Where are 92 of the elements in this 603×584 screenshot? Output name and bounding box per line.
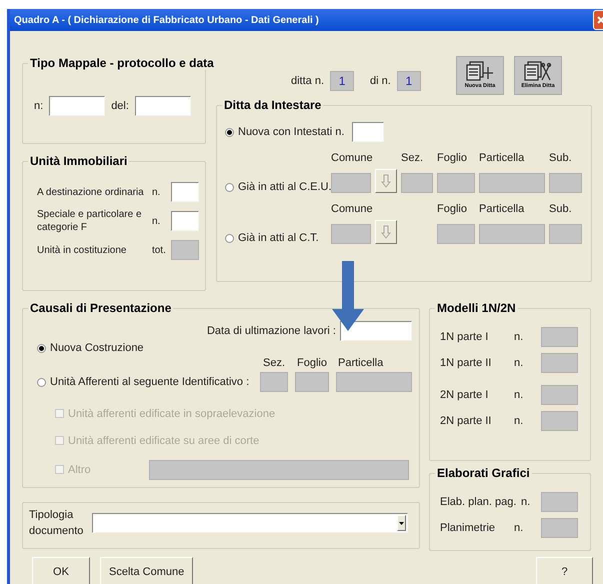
ok-button[interactable]: OK — [32, 557, 90, 584]
number-field[interactable] — [541, 385, 578, 405]
unit-label: n. — [514, 522, 524, 534]
number-field[interactable] — [541, 411, 578, 431]
help-button[interactable]: ? — [536, 557, 593, 584]
close-icon — [597, 16, 603, 24]
down-arrow-icon — [381, 174, 391, 188]
number-field[interactable] — [171, 211, 199, 231]
counter-value: 1 — [330, 71, 354, 91]
radio-button[interactable] — [225, 128, 234, 136]
document-plus-icon — [466, 61, 494, 83]
text-field[interactable] — [331, 224, 371, 244]
text-field[interactable] — [49, 96, 106, 116]
document-type-dropdown[interactable] — [92, 513, 408, 533]
unit-label: n. — [514, 357, 524, 369]
column-label: Particella — [337, 357, 384, 369]
annotation-arrow — [332, 261, 364, 331]
counter-label: di n. — [370, 75, 391, 87]
column-label: Foglio — [437, 152, 468, 164]
counter-value: 1 — [396, 71, 421, 91]
group-title: Ditta da Intestare — [222, 98, 324, 112]
text-field[interactable] — [479, 173, 545, 193]
number-field[interactable] — [171, 182, 199, 202]
date-field[interactable] — [340, 321, 412, 341]
counter-label: ditta n. — [291, 75, 324, 87]
group-title: Unità Immobiliari — [28, 154, 130, 168]
window-title: Quadro A - ( Dichiarazione di Fabbricato Urbano - Dati Generali ) — [14, 14, 319, 26]
text-field[interactable] — [549, 173, 582, 193]
number-field[interactable] — [541, 518, 578, 538]
unit-label: tot. — [152, 244, 167, 256]
unit-label: n. — [514, 415, 524, 427]
text-field[interactable] — [331, 173, 371, 193]
text-field[interactable] — [437, 173, 475, 193]
field-label: 2N parte II — [440, 415, 492, 427]
number-field[interactable] — [541, 353, 578, 373]
text-field[interactable] — [134, 96, 191, 116]
field-label: Tipologia documento — [29, 508, 84, 539]
radio-button[interactable] — [225, 182, 234, 192]
field-label: Data di ultimazione lavori : — [206, 325, 336, 337]
field-label: Speciale e particolare e categorie F — [37, 208, 143, 234]
field-label: A destinazione ordinaria — [37, 186, 145, 198]
group-title: Modelli 1N/2N — [435, 301, 518, 315]
number-field[interactable] — [541, 492, 578, 512]
column-label: Comune — [331, 203, 371, 215]
choose-button[interactable]: Scelta Comune — [100, 557, 194, 584]
field-label: Elab. plan. pag. — [440, 496, 515, 508]
radio-option[interactable]: Unità Afferenti al seguente Identificativo : — [37, 376, 253, 388]
text-field[interactable] — [401, 173, 433, 193]
group-title: Elaborati Grafici — [435, 466, 532, 480]
radio-button[interactable] — [37, 378, 46, 386]
field-label: Unità in costituzione — [37, 244, 128, 256]
field-label: 1N parte I — [440, 331, 490, 343]
unit-label: n. — [514, 389, 524, 401]
down-arrow-icon — [381, 225, 391, 239]
field-label: 1N parte II — [440, 357, 492, 369]
field-label: n: — [34, 100, 44, 112]
column-label: Foglio — [297, 357, 327, 369]
radio-option[interactable]: Nuova Costruzione — [37, 342, 253, 354]
unit-label: n. — [152, 216, 162, 226]
column-label: Sez. — [401, 152, 424, 164]
column-label: Sez. — [262, 357, 285, 369]
field-label: Planimetrie — [440, 522, 496, 534]
radio-option[interactable]: Già in atti al C.T. — [225, 232, 327, 244]
text-field[interactable] — [260, 372, 288, 392]
caret-icon — [399, 522, 404, 524]
lookup-button[interactable] — [375, 220, 397, 244]
text-field[interactable] — [336, 372, 412, 392]
field-label: del: — [111, 100, 129, 112]
column-label: Foglio — [437, 203, 468, 215]
column-label: Comune — [331, 152, 371, 164]
radio-button[interactable] — [37, 344, 46, 352]
radio-option[interactable]: Nuova con Intestati n. — [225, 126, 344, 138]
unit-label: n. — [514, 331, 524, 343]
column-label: Sub. — [549, 152, 573, 164]
column-label: Sub. — [549, 203, 573, 215]
number-field[interactable] — [541, 327, 578, 347]
lookup-button[interactable] — [375, 169, 397, 193]
text-field[interactable] — [437, 224, 475, 244]
group-title: Causali di Presentazione — [28, 301, 174, 315]
unit-label: n. — [152, 186, 162, 198]
text-field[interactable] — [479, 224, 545, 244]
text-field[interactable] — [295, 372, 329, 392]
field-label: 2N parte I — [440, 389, 490, 401]
column-label: Particella — [479, 152, 526, 164]
text-field[interactable] — [549, 224, 582, 244]
document-cross-icon — [524, 61, 552, 83]
radio-button[interactable] — [225, 234, 234, 242]
text-field[interactable] — [149, 460, 409, 480]
column-label: Particella — [479, 203, 526, 215]
unit-label: n. — [521, 496, 532, 508]
number-field[interactable] — [352, 122, 384, 142]
group-title: Tipo Mappale - protocollo e data — [28, 56, 216, 70]
